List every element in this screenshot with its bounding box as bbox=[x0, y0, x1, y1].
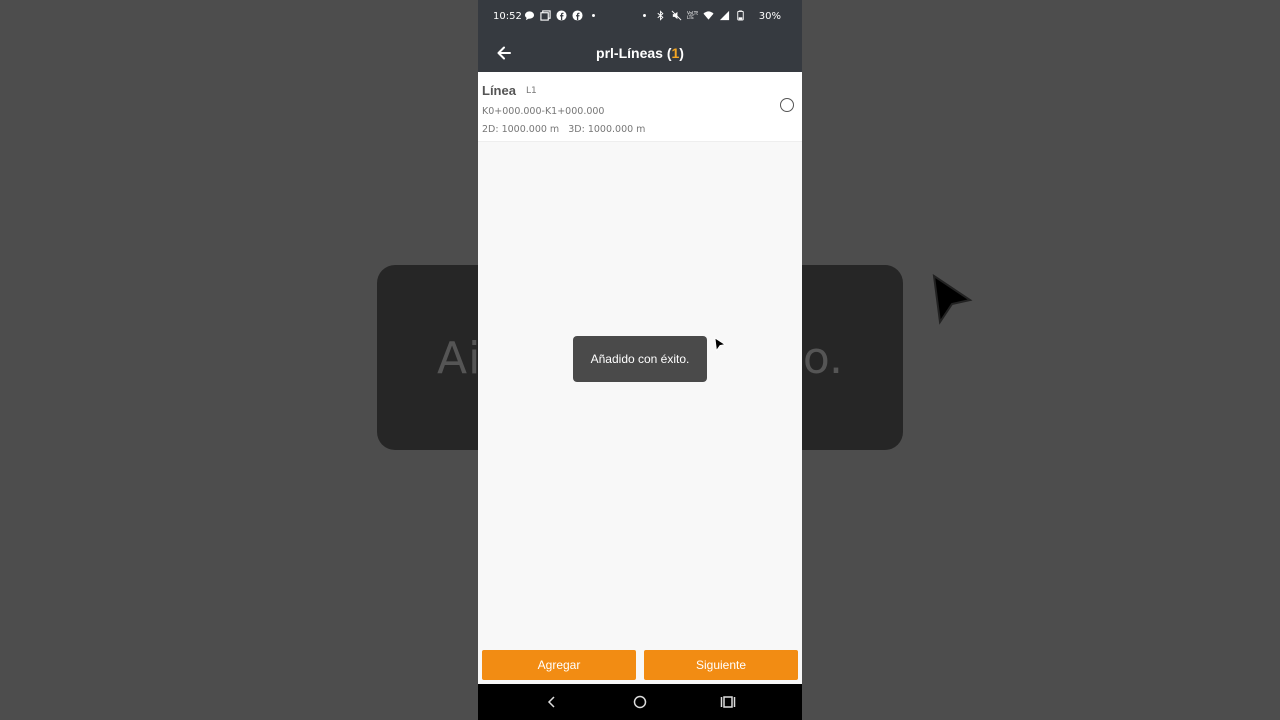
status-left-icons bbox=[524, 10, 599, 21]
volte-icon: VoLTE LTE bbox=[687, 10, 698, 21]
navigation-bar bbox=[478, 684, 802, 720]
next-button[interactable]: Siguiente bbox=[644, 650, 798, 680]
mouse-cursor-icon bbox=[714, 337, 727, 356]
bluetooth-icon bbox=[655, 10, 666, 21]
toast-text: Añadido con éxito. bbox=[590, 352, 690, 366]
recents-nav-icon[interactable] bbox=[720, 694, 736, 710]
toast-message: Añadido con éxito. bbox=[573, 336, 707, 382]
page-title: prl-Líneas (1) bbox=[478, 45, 802, 61]
line-range: K0+000.000-K1+000.000 bbox=[482, 106, 605, 117]
signal-icon bbox=[719, 10, 730, 21]
select-radio[interactable] bbox=[780, 98, 794, 112]
svg-text:LTE: LTE bbox=[687, 15, 694, 20]
status-bar: 10:52 VoLTE LTE 30% bbox=[478, 0, 802, 34]
line-lengths: 2D: 1000.000 m 3D: 1000.000 m bbox=[482, 124, 646, 135]
background-toast-text-right: o. bbox=[802, 333, 843, 384]
page-title-text: prl-Líneas ( bbox=[596, 45, 672, 61]
next-button-label: Siguiente bbox=[695, 658, 747, 672]
app-bar: prl-Líneas (1) bbox=[478, 34, 802, 72]
mute-icon bbox=[671, 10, 682, 21]
line-code: L1 bbox=[526, 86, 537, 96]
add-button[interactable]: Agregar bbox=[482, 650, 636, 680]
back-nav-icon[interactable] bbox=[544, 694, 560, 710]
phone-screen: 10:52 VoLTELTE 30% prl-Líneas (1) Línea bbox=[478, 0, 802, 720]
facebook-icon bbox=[572, 10, 583, 21]
battery-percent: 30% bbox=[758, 11, 781, 22]
status-right-icons: VoLTE LTE bbox=[639, 10, 746, 21]
dot-icon bbox=[639, 10, 650, 21]
page-title-suffix: ) bbox=[679, 45, 684, 61]
home-nav-icon[interactable] bbox=[632, 694, 648, 710]
line-name: Línea bbox=[482, 83, 516, 98]
add-button-label: Agregar bbox=[537, 658, 581, 672]
dot-icon bbox=[588, 10, 599, 21]
wifi-icon bbox=[703, 10, 714, 21]
status-time: 10:52 bbox=[493, 11, 522, 22]
background-toast-text-left: Ai bbox=[437, 333, 482, 384]
facebook-icon bbox=[556, 10, 567, 21]
copy-icon bbox=[540, 10, 551, 21]
battery-icon bbox=[735, 10, 746, 21]
background-cursor-icon bbox=[928, 272, 976, 332]
list-item[interactable]: Línea L1 K0+000.000-K1+000.000 2D: 1000.… bbox=[478, 72, 802, 142]
chat-icon bbox=[524, 10, 535, 21]
